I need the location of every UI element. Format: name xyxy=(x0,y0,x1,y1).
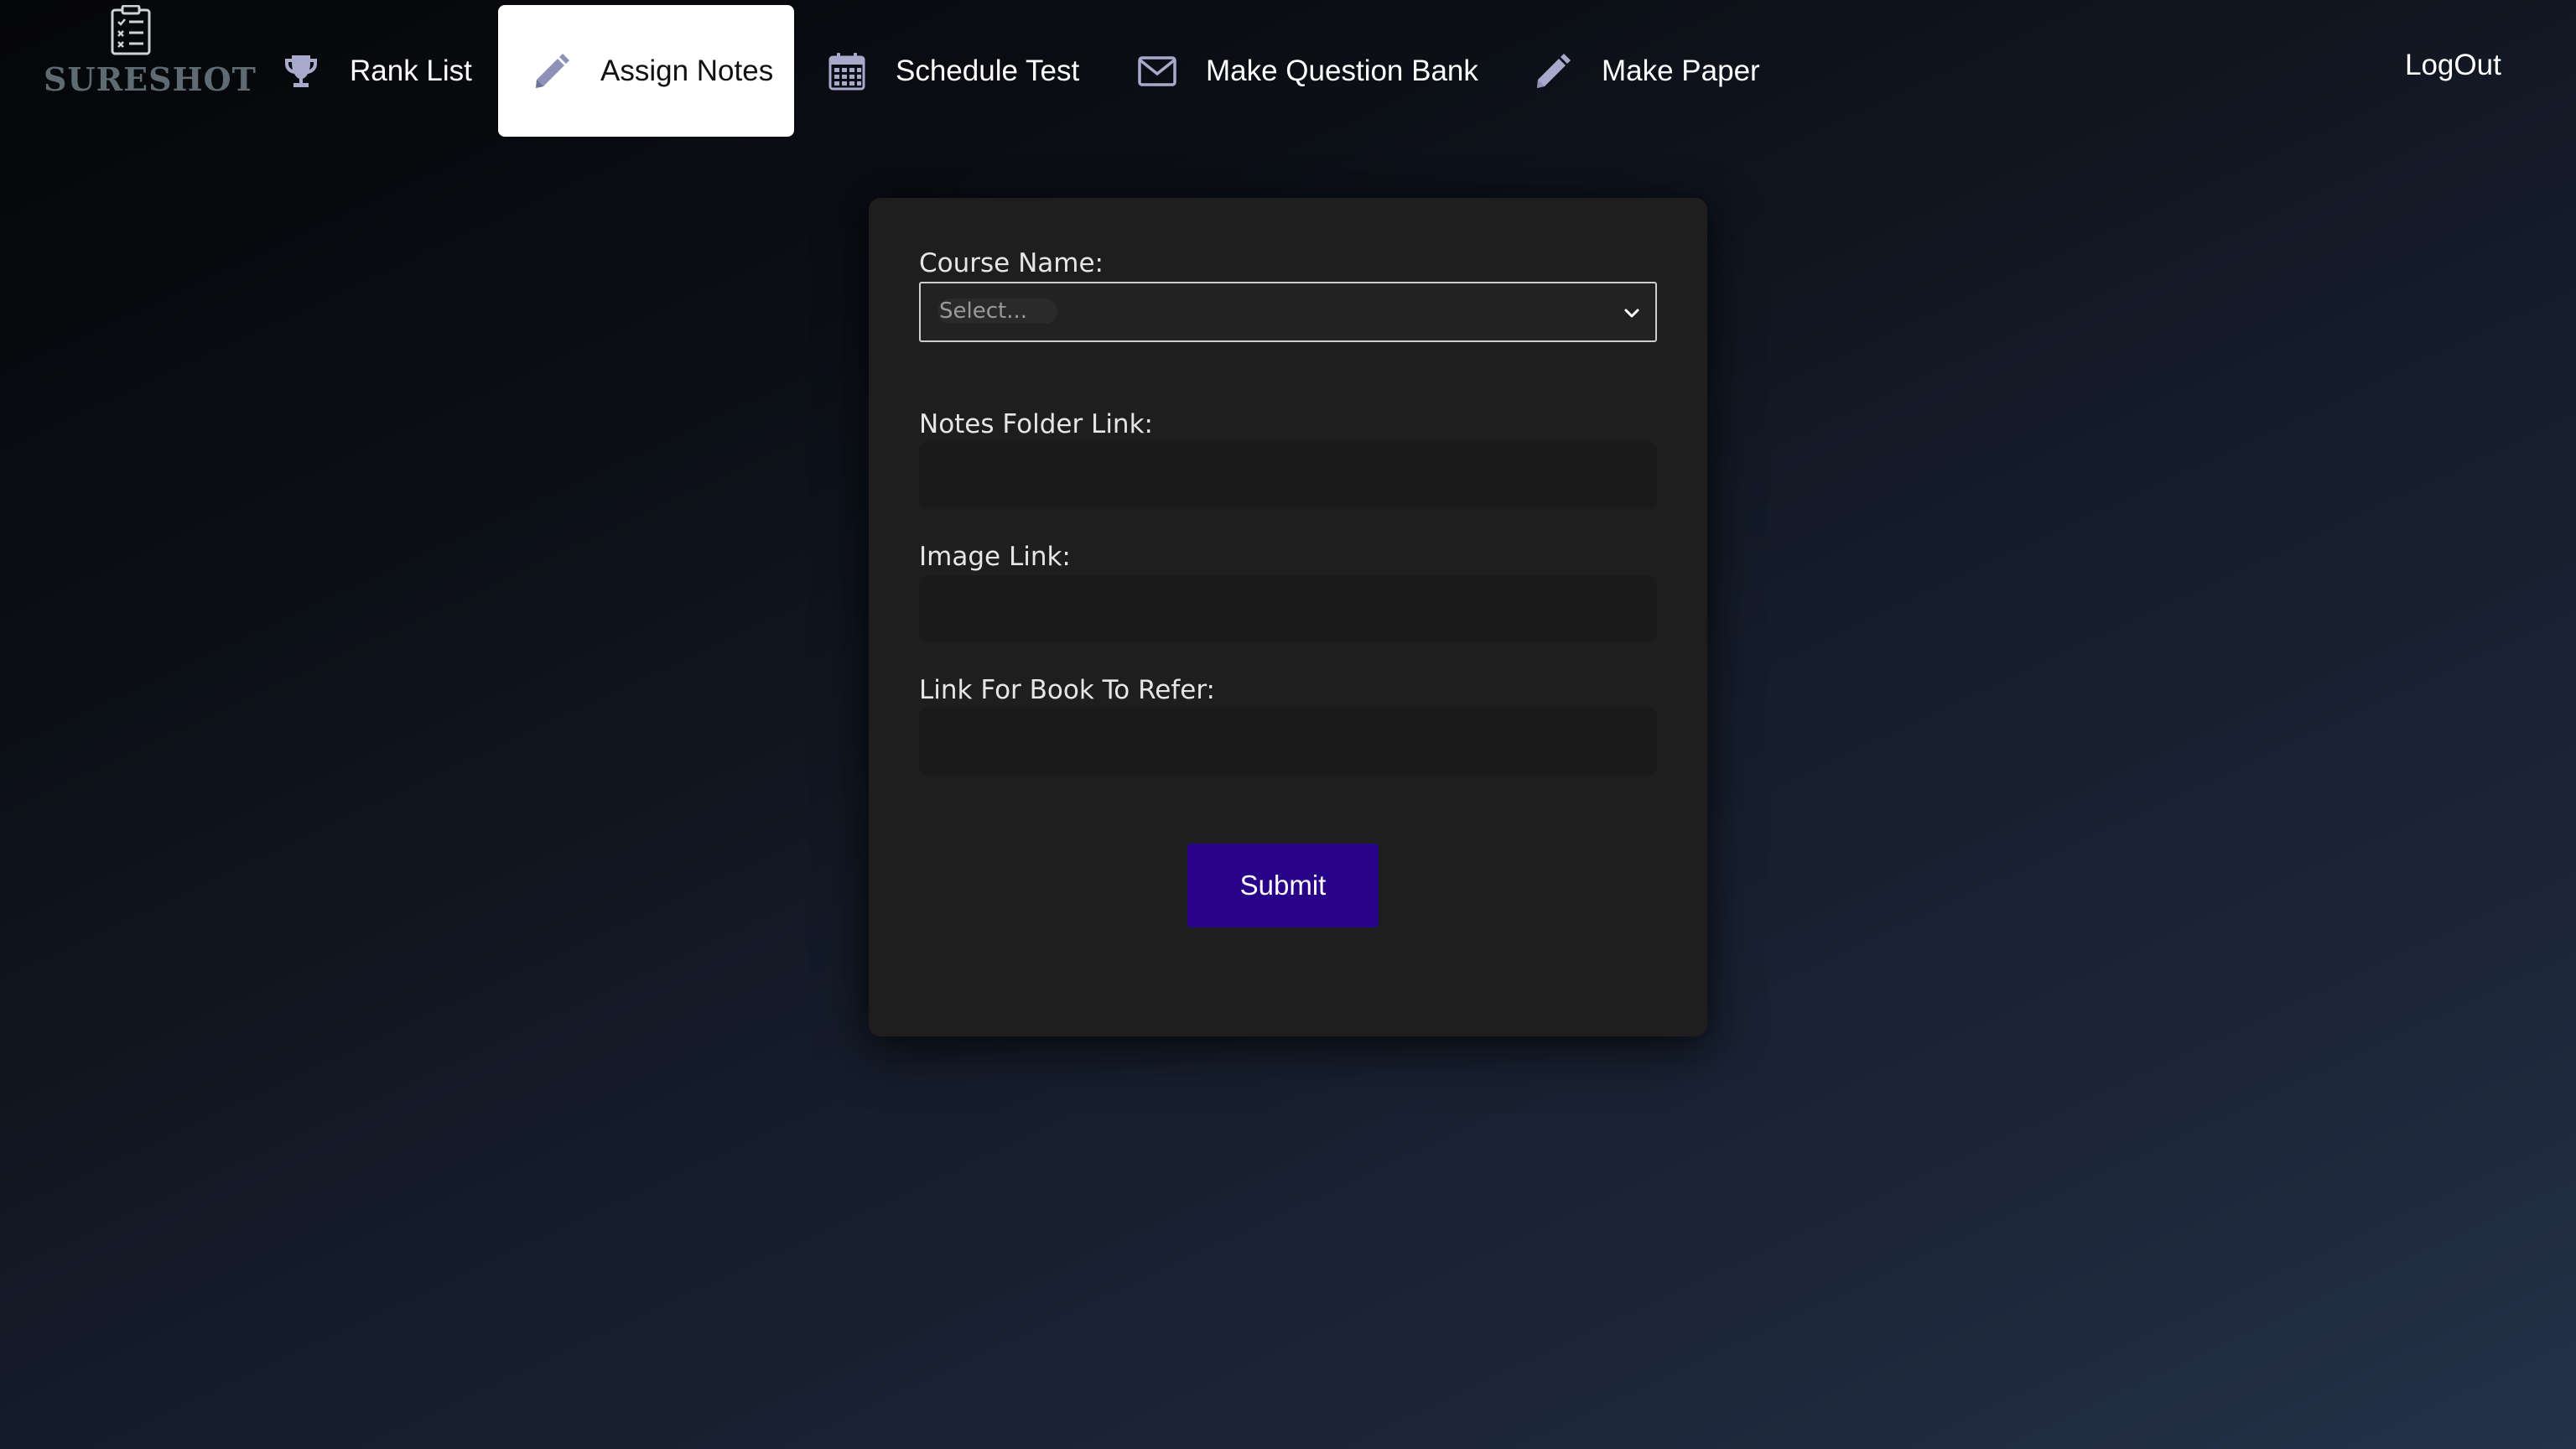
chevron-down-icon xyxy=(1620,302,1644,325)
nav-label: Make Question Bank xyxy=(1206,54,1478,87)
nav-item-assign-notes[interactable]: Assign Notes xyxy=(498,5,794,137)
image-link-label: Image Link: xyxy=(919,542,1071,572)
calendar-icon xyxy=(827,51,867,91)
notes-folder-link-label: Notes Folder Link: xyxy=(919,409,1153,439)
pencil-icon xyxy=(532,51,572,91)
assign-notes-form-card: Course Name: Select... Notes Folder Link… xyxy=(869,198,1707,1036)
logo-text: SURESHOT xyxy=(44,60,257,98)
logout-link[interactable]: LogOut xyxy=(2405,49,2501,82)
sureshot-logo[interactable]: SURESHOT xyxy=(44,4,257,98)
course-name-select[interactable]: Select... xyxy=(919,282,1657,342)
book-link-label: Link For Book To Refer: xyxy=(919,675,1215,705)
book-link-input[interactable] xyxy=(919,708,1657,775)
nav-item-make-question-bank[interactable]: Make Question Bank xyxy=(1104,5,1512,137)
nav-label: Rank List xyxy=(350,54,472,87)
submit-button[interactable]: Submit xyxy=(1187,844,1379,927)
nav-label: Assign Notes xyxy=(600,54,774,87)
nav-label: Schedule Test xyxy=(896,54,1080,87)
pencil-icon xyxy=(1533,51,1573,91)
top-navbar: SURESHOT Rank List Assign Notes Schedule… xyxy=(0,0,2576,143)
course-name-label: Course Name: xyxy=(919,248,1104,278)
nav-label: Make Paper xyxy=(1602,54,1760,87)
envelope-icon xyxy=(1137,51,1177,91)
nav-item-schedule-test[interactable]: Schedule Test xyxy=(793,5,1113,137)
notes-folder-link-input[interactable] xyxy=(919,442,1657,509)
nav-item-rank-list[interactable]: Rank List xyxy=(247,5,506,137)
trophy-icon xyxy=(281,51,321,91)
course-name-placeholder: Select... xyxy=(937,299,1058,324)
nav-item-make-paper[interactable]: Make Paper xyxy=(1499,5,1794,137)
image-link-input[interactable] xyxy=(919,575,1657,642)
clipboard-checklist-icon xyxy=(107,4,154,55)
